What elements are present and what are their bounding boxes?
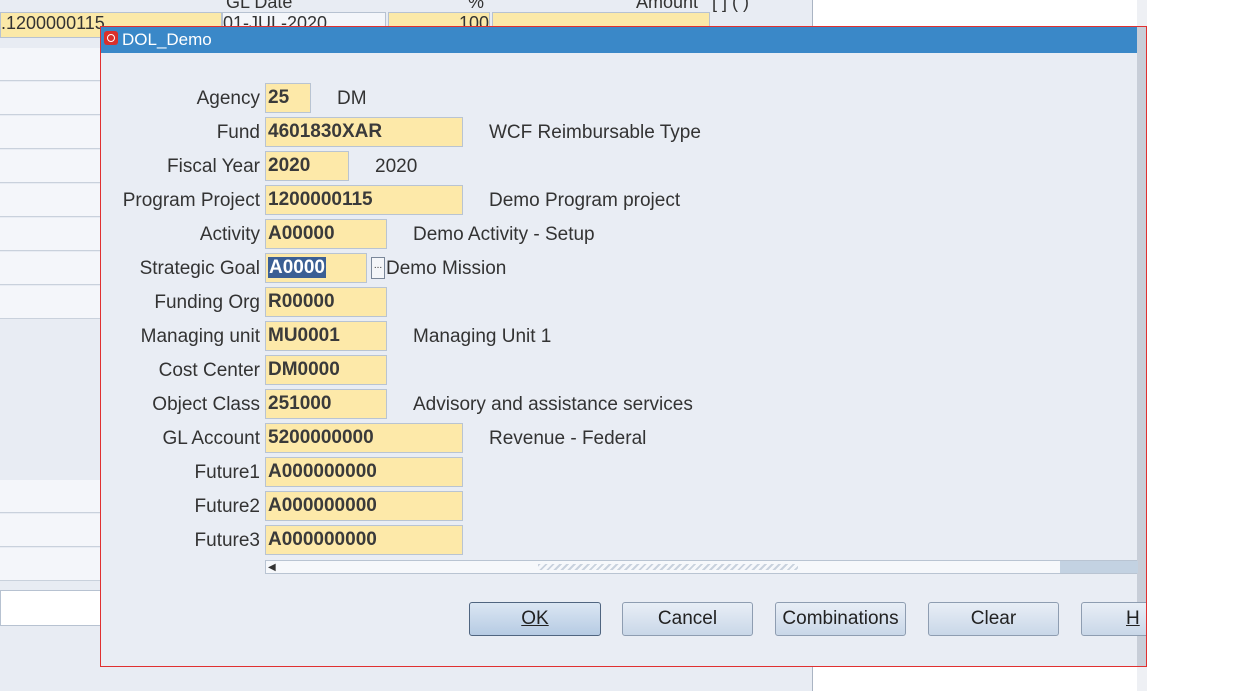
managing-unit-description: Managing Unit 1 (413, 326, 552, 347)
cost-center-field[interactable]: DM0000 (265, 355, 387, 385)
gl-account-label: GL Account (162, 428, 260, 449)
strategic-goal-field[interactable]: A0000 (265, 253, 367, 283)
bg-row[interactable] (0, 514, 100, 547)
dialog-titlebar[interactable]: DOL_Demo (101, 27, 1137, 53)
gl-account-field[interactable]: 5200000000 (265, 423, 463, 453)
activity-label: Activity (199, 224, 260, 245)
bg-row[interactable] (0, 116, 100, 149)
bg-row[interactable] (0, 548, 100, 581)
agency-label: Agency (196, 88, 260, 109)
dialog-right-edge (1137, 27, 1146, 666)
bg-row[interactable] (0, 184, 100, 217)
funding-org-label: Funding Org (154, 292, 260, 313)
managing-unit-label: Managing unit (140, 326, 260, 347)
program-project-description: Demo Program project (489, 190, 681, 211)
agency-description: DM (337, 88, 367, 109)
managing-unit-field[interactable]: MU0001 (265, 321, 387, 351)
bg-row[interactable] (0, 252, 100, 285)
clear-button[interactable]: Clear (928, 602, 1059, 636)
strategic-goal-lov-button[interactable]: ... (371, 257, 385, 279)
bg-row[interactable] (0, 480, 100, 513)
agency-field[interactable]: 25 (265, 83, 311, 113)
cost-center-label: Cost Center (158, 360, 260, 381)
strategic-goal-label: Strategic Goal (139, 258, 260, 279)
cancel-button[interactable]: Cancel (622, 602, 753, 636)
fiscal-year-description: 2020 (375, 156, 418, 177)
activity-description: Demo Activity - Setup (413, 224, 595, 245)
bg-white-field[interactable] (0, 590, 102, 626)
ok-button[interactable]: OK (469, 602, 601, 636)
object-class-label: Object Class (152, 394, 260, 415)
bg-row[interactable] (0, 48, 100, 81)
fund-field[interactable]: 4601830XAR (265, 117, 463, 147)
dialog-title: DOL_Demo (122, 30, 212, 49)
scroll-grip (538, 564, 798, 570)
future1-label: Future1 (194, 462, 260, 483)
future1-field[interactable]: A000000000 (265, 457, 463, 487)
dol-demo-dialog: DOL_Demo Agency 25 DM Fund 4601830XAR WC… (100, 26, 1147, 667)
help-button[interactable]: H (1081, 602, 1146, 636)
bg-row[interactable] (0, 286, 100, 319)
scroll-thumb[interactable] (1060, 561, 1138, 573)
oracle-app-icon (104, 31, 118, 45)
future3-label: Future3 (194, 530, 260, 551)
future3-field[interactable]: A000000000 (265, 525, 463, 555)
funding-org-field[interactable]: R00000 (265, 287, 387, 317)
program-project-field[interactable]: 1200000115 (265, 185, 463, 215)
program-project-label: Program Project (122, 190, 260, 211)
bg-row[interactable] (0, 150, 100, 183)
future2-label: Future2 (194, 496, 260, 517)
strategic-goal-selected-text: A0000 (268, 257, 326, 278)
fund-label: Fund (216, 122, 260, 143)
scroll-left-icon[interactable]: ◀ (268, 562, 276, 573)
object-class-field[interactable]: 251000 (265, 389, 387, 419)
horizontal-scrollbar[interactable]: ◀ (265, 560, 1138, 574)
strategic-goal-description: Demo Mission (386, 258, 507, 279)
object-class-description: Advisory and assistance services (413, 394, 693, 415)
fund-description: WCF Reimbursable Type (489, 122, 701, 143)
combinations-button[interactable]: Combinations (775, 602, 906, 636)
bg-row[interactable] (0, 218, 100, 251)
fiscal-year-label: Fiscal Year (167, 156, 260, 177)
activity-field[interactable]: A00000 (265, 219, 387, 249)
future2-field[interactable]: A000000000 (265, 491, 463, 521)
fiscal-year-field[interactable]: 2020 (265, 151, 349, 181)
header-brackets: [ ] ( ) (712, 0, 749, 12)
gl-account-description: Revenue - Federal (489, 428, 647, 449)
bg-row[interactable] (0, 82, 100, 115)
